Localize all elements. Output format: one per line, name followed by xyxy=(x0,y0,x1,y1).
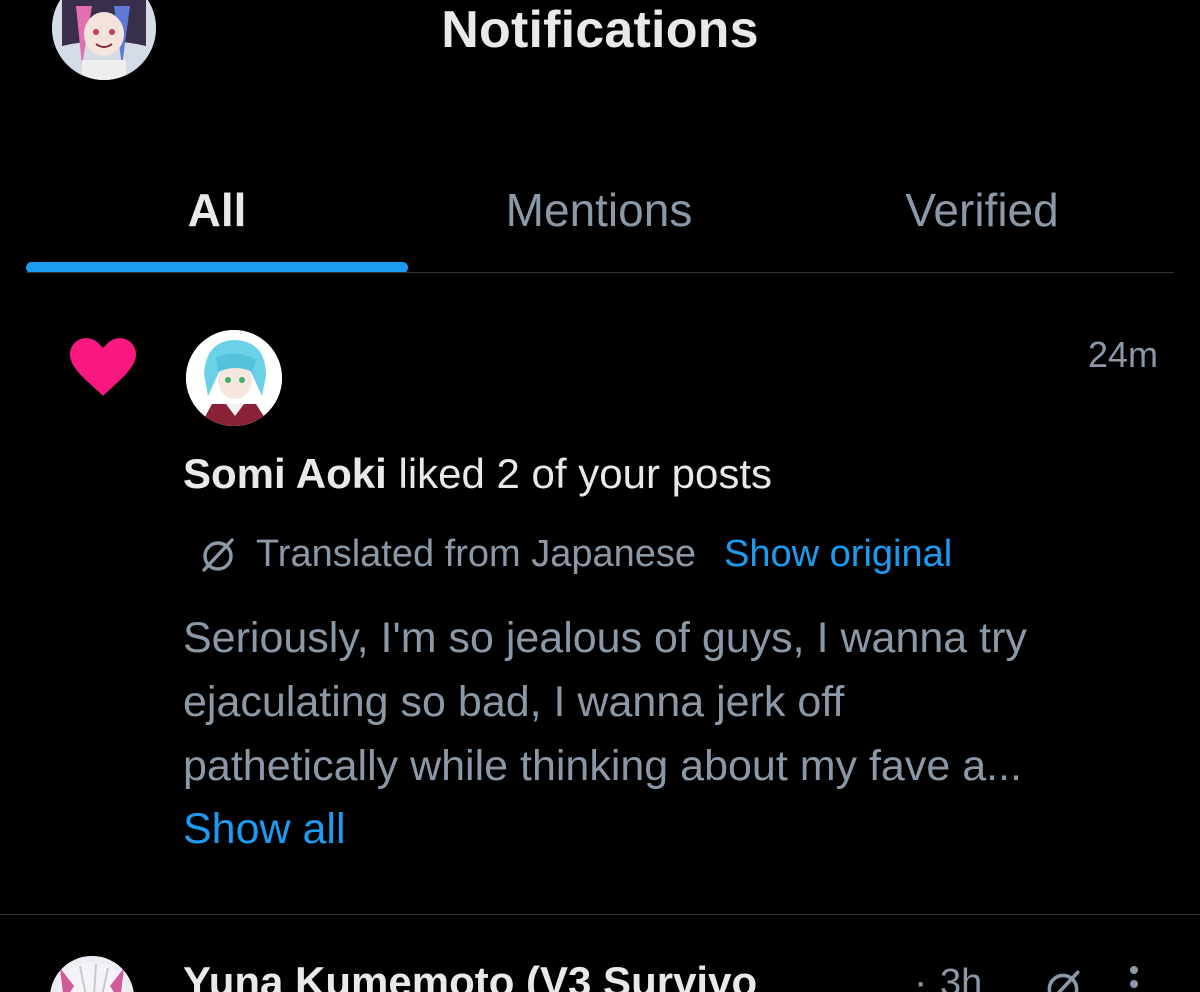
row-divider xyxy=(0,914,1200,915)
user-avatar[interactable] xyxy=(50,956,134,992)
translate-icon xyxy=(202,538,234,572)
notification-summary: Somi Aoki liked 2 of your posts xyxy=(183,450,772,498)
tab-mentions[interactable]: Mentions xyxy=(408,150,790,270)
page-title: Notifications xyxy=(441,1,759,59)
notification-action: liked 2 of your posts xyxy=(398,450,773,497)
show-all-link[interactable]: Show all xyxy=(183,805,346,854)
post-preview: Seriously, I'm so jealous of guys, I wan… xyxy=(183,606,1173,798)
user-avatar[interactable] xyxy=(186,330,282,426)
tab-verified[interactable]: Verified xyxy=(790,150,1174,270)
separator-dot: · xyxy=(914,960,928,992)
notification-time: 3h xyxy=(940,962,983,992)
user-name-link[interactable]: Yuna Kumemoto (V3 Survivo xyxy=(183,958,843,992)
user-name-link[interactable]: Somi Aoki xyxy=(183,450,387,497)
post-text-line: Seriously, I'm so jealous of guys, I wan… xyxy=(183,614,1027,662)
show-original-link[interactable]: Show original xyxy=(724,533,952,576)
translate-icon xyxy=(1047,970,1080,992)
notification-item[interactable]: Yuna Kumemoto (V3 Survivo · 3h xyxy=(0,916,1200,992)
user-avatar-image xyxy=(186,330,282,426)
post-text-line: ejaculating so bad, I wanna jerk off xyxy=(183,678,845,726)
translation-row: Translated from Japanese Show original xyxy=(198,532,952,576)
translated-label: Translated from Japanese xyxy=(256,532,697,575)
tab-bar: All Mentions Verified xyxy=(26,150,1174,274)
tabs-divider xyxy=(26,272,1174,273)
header: Notifications xyxy=(0,0,1200,120)
notification-time: 24m xyxy=(1087,334,1158,375)
more-icon[interactable] xyxy=(1128,964,1140,992)
post-text-line: pathetically while thinking about my fav… xyxy=(183,742,1022,790)
user-avatar-image xyxy=(50,956,134,992)
tab-all[interactable]: All xyxy=(26,150,408,270)
heart-icon xyxy=(70,338,136,396)
notification-item[interactable]: 24m Somi Aoki liked 2 of your posts Tran… xyxy=(0,300,1200,915)
